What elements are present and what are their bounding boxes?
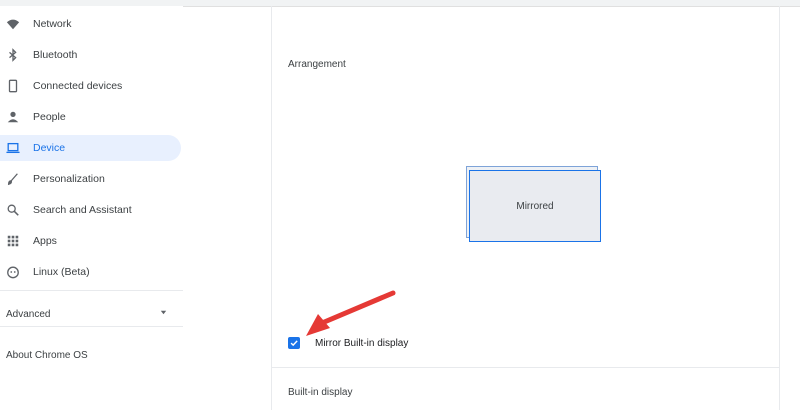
red-arrow-annotation bbox=[306, 290, 396, 336]
arrangement-title: Arrangement bbox=[288, 59, 346, 70]
sidebar-item-network[interactable]: Network bbox=[0, 11, 181, 37]
sidebar-divider bbox=[0, 290, 183, 291]
bluetooth-icon bbox=[6, 48, 20, 62]
display-label: Mirrored bbox=[516, 200, 554, 212]
person-icon bbox=[6, 110, 20, 124]
laptop-icon bbox=[6, 141, 20, 155]
linux-icon bbox=[6, 265, 20, 279]
sidebar-item-device[interactable]: Device bbox=[0, 135, 181, 161]
sidebar-item-label: People bbox=[33, 111, 66, 123]
sidebar-item-personalization[interactable]: Personalization bbox=[0, 166, 181, 192]
sidebar-item-search-assistant[interactable]: Search and Assistant bbox=[0, 197, 181, 223]
apps-grid-icon bbox=[6, 234, 20, 248]
advanced-section-toggle[interactable]: Advanced bbox=[6, 308, 168, 320]
checkmark-icon bbox=[290, 340, 298, 347]
sidebar-item-label: Linux (Beta) bbox=[33, 266, 90, 278]
search-icon bbox=[6, 203, 20, 217]
sidebar-item-label: Apps bbox=[33, 235, 57, 247]
sidebar-item-apps[interactable]: Apps bbox=[0, 228, 181, 254]
settings-sidebar: Network Bluetooth Connected devices Peop… bbox=[0, 6, 183, 410]
sidebar-item-label: Personalization bbox=[33, 173, 105, 185]
sidebar-item-label: Bluetooth bbox=[33, 49, 78, 61]
phone-icon bbox=[6, 79, 20, 93]
brush-icon bbox=[6, 172, 20, 186]
sidebar-item-label: Connected devices bbox=[33, 80, 123, 92]
content-right-border bbox=[779, 6, 780, 410]
sidebar-item-label: Device bbox=[33, 142, 66, 154]
sidebar-item-label: Search and Assistant bbox=[33, 204, 132, 216]
mirror-display-checkbox[interactable] bbox=[288, 337, 300, 349]
sidebar-item-linux[interactable]: Linux (Beta) bbox=[0, 259, 181, 285]
sidebar-item-connected-devices[interactable]: Connected devices bbox=[0, 73, 181, 99]
wifi-icon bbox=[6, 17, 20, 31]
about-chrome-os-link[interactable]: About Chrome OS bbox=[6, 350, 88, 361]
chevron-down-icon bbox=[159, 308, 168, 320]
builtin-display-title: Built-in display bbox=[288, 387, 353, 398]
section-divider bbox=[272, 367, 779, 368]
sidebar-item-bluetooth[interactable]: Bluetooth bbox=[0, 42, 181, 68]
sidebar-divider bbox=[0, 326, 183, 327]
advanced-label: Advanced bbox=[6, 308, 51, 320]
sidebar-item-label: Network bbox=[33, 18, 72, 30]
sidebar-item-people[interactable]: People bbox=[0, 104, 181, 130]
mirrored-display-rect[interactable]: Mirrored bbox=[469, 170, 601, 242]
